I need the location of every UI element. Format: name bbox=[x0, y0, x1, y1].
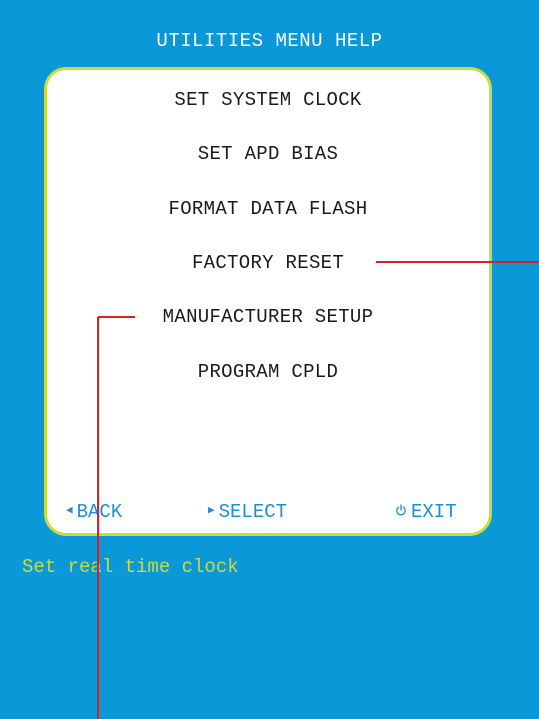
back-label: BACK bbox=[76, 501, 123, 523]
menu-item-program-cpld[interactable]: PROGRAM CPLD bbox=[47, 361, 489, 383]
menu-item-manufacturer-setup[interactable]: MANUFACTURER SETUP bbox=[47, 306, 489, 328]
power-icon bbox=[396, 504, 406, 516]
screen-title: UTILITIES MENU HELP bbox=[156, 30, 383, 52]
select-label: SELECT bbox=[218, 501, 288, 523]
device-screen: UTILITIES MENU HELP SET SYSTEM CLOCK SET… bbox=[0, 0, 539, 719]
menu-footer: ◀ BACK ▶ SELECT EXIT bbox=[47, 501, 489, 525]
menu-item-set-system-clock[interactable]: SET SYSTEM CLOCK bbox=[47, 89, 489, 111]
left-triangle-icon: ◀ bbox=[66, 504, 73, 517]
exit-button[interactable]: EXIT bbox=[395, 501, 457, 523]
menu-item-set-apd-bias[interactable]: SET APD BIAS bbox=[47, 143, 489, 165]
status-help-text: Set real time clock bbox=[22, 556, 239, 578]
back-button[interactable]: ◀ BACK bbox=[66, 501, 122, 523]
right-triangle-icon: ▶ bbox=[208, 504, 215, 517]
menu-item-factory-reset[interactable]: FACTORY RESET bbox=[47, 252, 489, 274]
menu-item-format-data-flash[interactable]: FORMAT DATA FLASH bbox=[47, 198, 489, 220]
select-button[interactable]: ▶ SELECT bbox=[208, 501, 287, 523]
utilities-menu-panel: SET SYSTEM CLOCK SET APD BIAS FORMAT DAT… bbox=[44, 67, 492, 536]
exit-label: EXIT bbox=[411, 501, 457, 523]
